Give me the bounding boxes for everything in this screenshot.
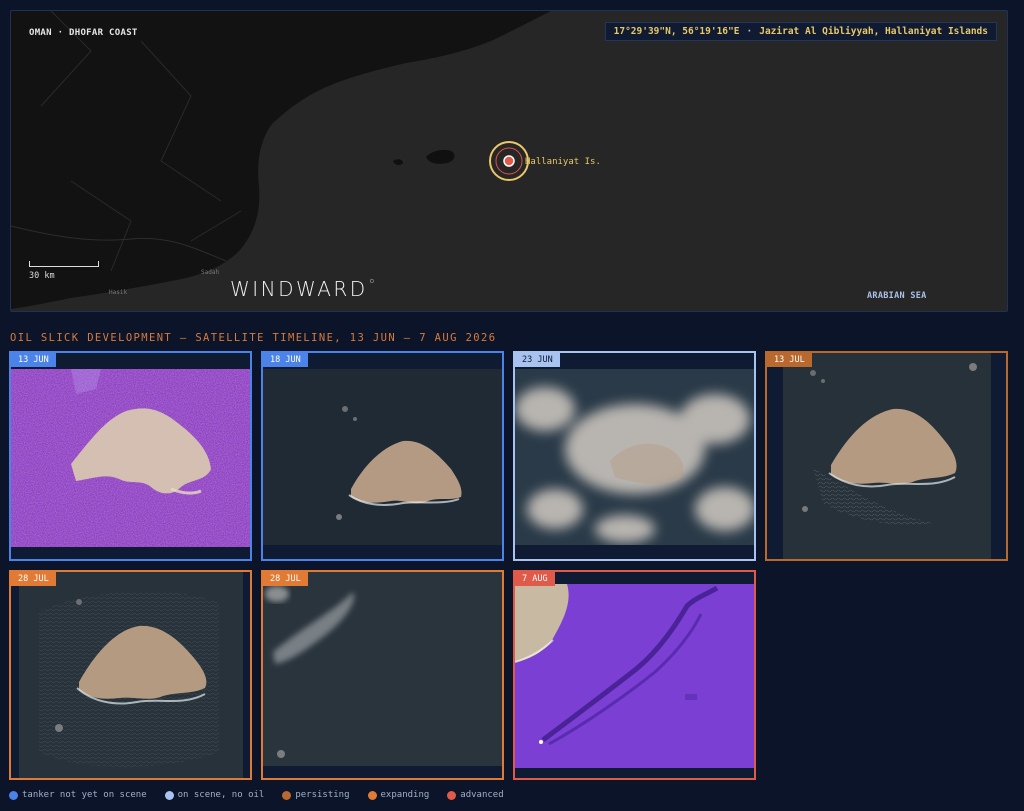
place-name: Jazirat Al Qibliyyah, Hallaniyat Islands: [759, 26, 988, 37]
coordinates-box: 17°29'39"N, 56°19'16"E · Jazirat Al Qibliy…: [604, 22, 997, 41]
satellite-tile[interactable]: 13 JUN: [9, 351, 252, 561]
satellite-tile[interactable]: 23 JUN: [513, 351, 756, 561]
satellite-tile[interactable]: 7 AUG: [513, 570, 756, 780]
legend-item: tanker not yet on scene: [9, 790, 147, 800]
legend-dot: [447, 790, 457, 800]
satellite-image: [11, 369, 250, 547]
scale-label: 30 km: [29, 271, 55, 281]
legend-dot: [282, 790, 292, 800]
windward-logo: WINDWARD o: [230, 277, 377, 301]
legend-item: persisting: [282, 790, 350, 800]
tile-date: 13 JUL: [767, 353, 812, 367]
timeline-title: OIL SLICK DEVELOPMENT — SATELLITE TIMELI…: [10, 332, 497, 344]
satellite-image: [515, 369, 754, 545]
satellite-image: [263, 572, 502, 766]
tile-date: 13 JUN: [11, 353, 56, 367]
marker-label: Hallaniyat Is.: [525, 157, 601, 167]
satellite-image: [263, 369, 502, 545]
town-label: Hasik: [109, 289, 128, 296]
map-panel[interactable]: OMAN · DHOFAR COAST 17°29'39"N, 56°19'16…: [10, 10, 1008, 312]
region-label: OMAN · DHOFAR COAST: [29, 28, 138, 38]
sea-label: ARABIAN SEA: [867, 291, 927, 301]
satellite-tile[interactable]: 28 JUL: [9, 570, 252, 780]
tile-date: 23 JUN: [515, 353, 560, 367]
status-legend: tanker not yet on scene on scene, no oil…: [9, 790, 504, 800]
satellite-image: [783, 353, 991, 559]
location-marker: [489, 141, 529, 181]
legend-dot: [164, 790, 174, 800]
legend-item: on scene, no oil: [164, 790, 264, 800]
tile-date: 18 JUN: [263, 353, 308, 367]
legend-dot: [9, 790, 18, 800]
scale-bar: [29, 261, 99, 267]
coordinates: 17°29'39"N, 56°19'16"E: [613, 26, 740, 37]
legend-item: advanced: [447, 790, 504, 800]
tile-date: 7 AUG: [515, 572, 555, 586]
tile-date: 28 JUL: [11, 572, 56, 586]
legend-dot: [367, 790, 377, 800]
satellite-image: [515, 584, 754, 768]
coastline-map: [11, 11, 1007, 311]
satellite-image: [19, 572, 243, 778]
legend-item: expanding: [367, 790, 429, 800]
satellite-tile[interactable]: 28 JUL: [261, 570, 504, 780]
satellite-tile[interactable]: 13 JUL: [765, 351, 1008, 561]
town-label: Sadah: [201, 269, 220, 276]
tile-date: 28 JUL: [263, 572, 308, 586]
satellite-tile[interactable]: 18 JUN: [261, 351, 504, 561]
